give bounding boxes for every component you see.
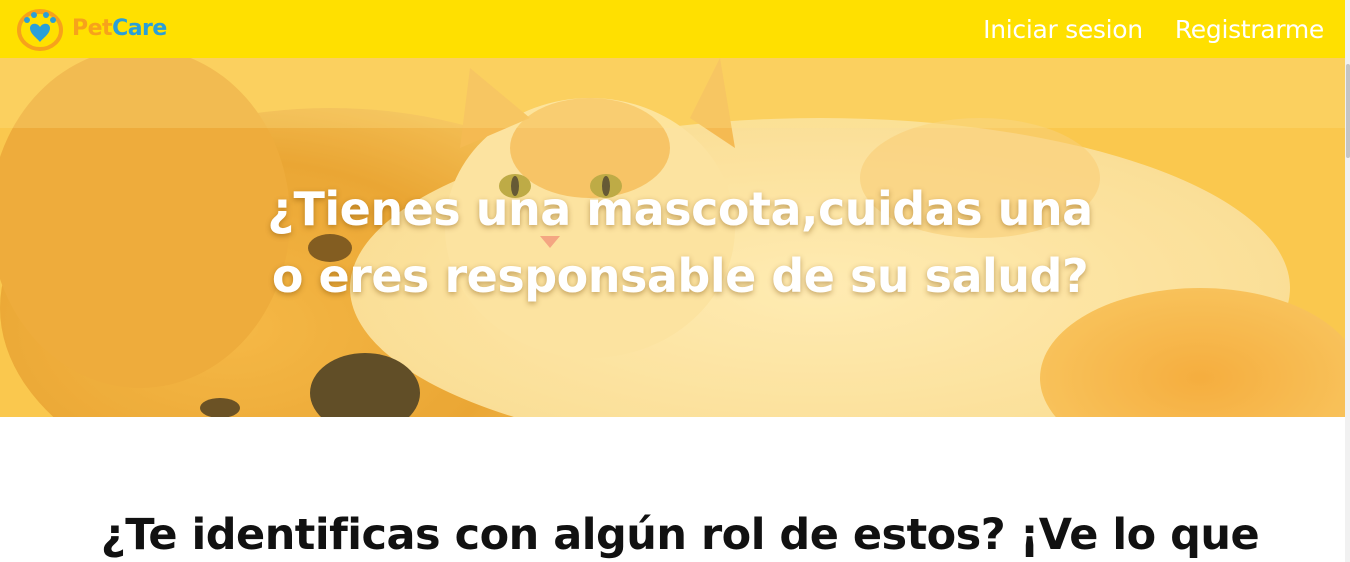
hero-banner: ¿Tienes una mascota,cuidas una o eres res… — [0, 58, 1345, 417]
navbar: PetCare Iniciar sesion Registrarme — [0, 0, 1350, 58]
page: PetCare Iniciar sesion Registrarme ¿Tien… — [0, 0, 1350, 562]
page-scrollbar[interactable] — [1345, 0, 1350, 562]
hero-title: ¿Tienes una mascota,cuidas una o eres res… — [200, 176, 1160, 310]
roles-section-heading: ¿Te identificas con algún rol de estos? … — [100, 510, 1260, 560]
hero-title-line-2: o eres responsable de su salud? — [271, 249, 1089, 303]
paw-heart-logo-icon — [17, 9, 63, 51]
nav-links: Iniciar sesion Registrarme — [951, 0, 1324, 58]
scrollbar-thumb[interactable] — [1346, 64, 1350, 158]
brand-name-care: Care — [112, 16, 167, 41]
brand-name: PetCare — [72, 18, 167, 40]
brand-logo-link[interactable]: PetCare — [16, 6, 167, 52]
login-link[interactable]: Iniciar sesion — [983, 15, 1143, 44]
hero-title-line-1: ¿Tienes una mascota,cuidas una — [267, 182, 1093, 236]
register-link[interactable]: Registrarme — [1175, 15, 1324, 44]
brand-name-pet: Pet — [72, 16, 113, 41]
